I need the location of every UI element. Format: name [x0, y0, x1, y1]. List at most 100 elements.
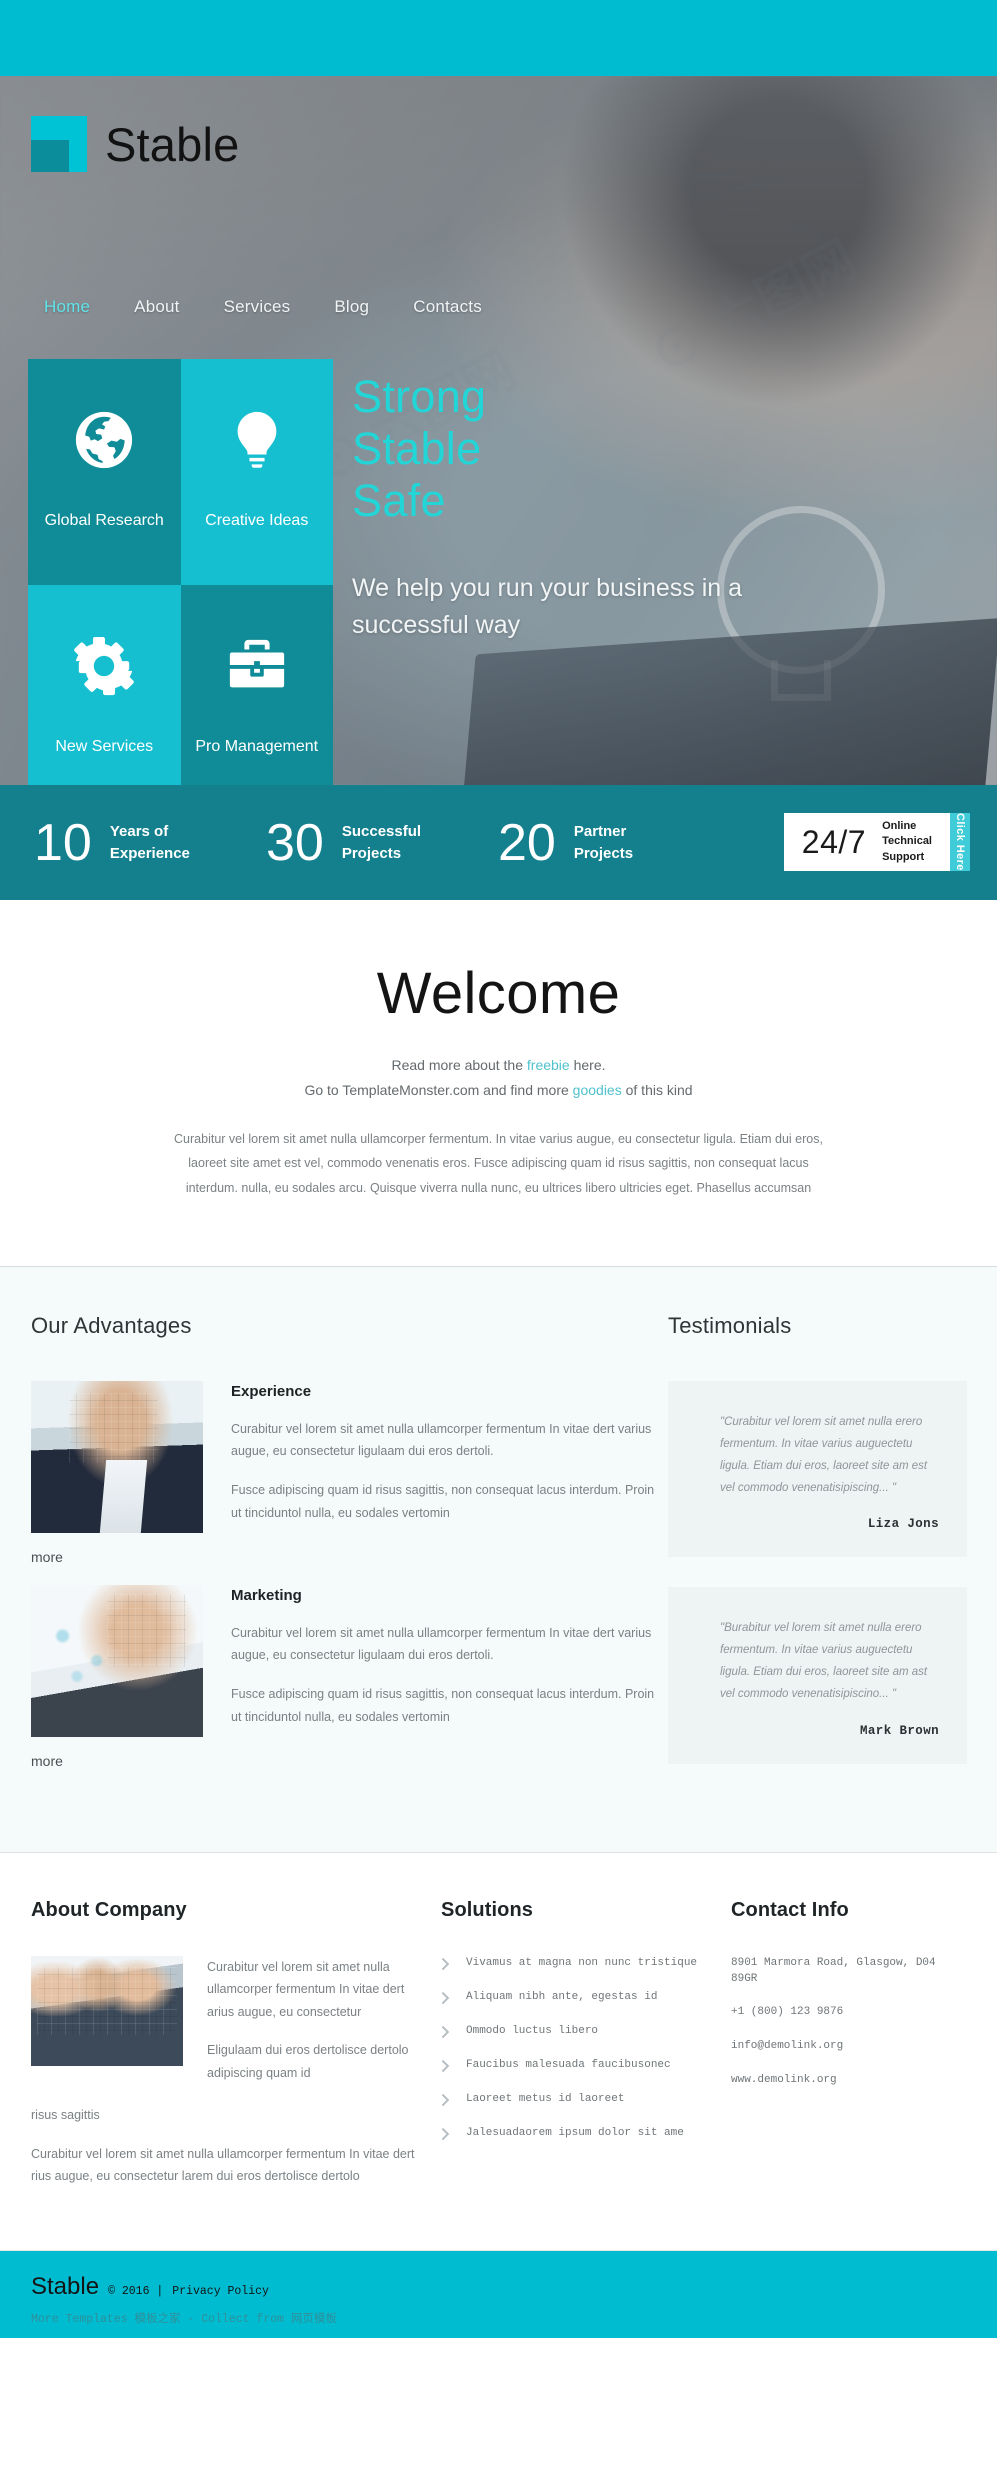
brand-name: Stable: [105, 117, 240, 171]
about-paragraph: Eligulaam dui eros dertolisce dertolo ad…: [207, 2043, 409, 2080]
stat-years-experience: 10 Years of Experience: [34, 817, 266, 869]
welcome-section: Welcome Read more about the freebie here…: [0, 900, 997, 1267]
solutions-heading: Solutions: [441, 1898, 534, 1921]
testimonial-author: Mark Brown: [859, 1723, 939, 1738]
hero-copy: Strong Stable Safe We help you run your …: [352, 371, 772, 643]
solutions-list-item[interactable]: Ommodo luctus libero: [441, 2024, 715, 2039]
chevron-right-icon: [441, 1957, 452, 1971]
tile-label: New Services: [55, 738, 154, 756]
solutions-item-label: Faucibus malesuada faucibusonec: [466, 2058, 671, 2071]
solutions-list-item[interactable]: Laoreet metus id laoreet: [441, 2092, 715, 2107]
about-paragraph: Curabitur vel lorem sit amet nulla ullam…: [31, 2146, 415, 2184]
main-navigation: Home About Services Blog Contacts: [22, 291, 504, 323]
businesswoman-photo: [31, 1380, 203, 1533]
tile-label: Global Research: [44, 512, 164, 530]
about-paragraph: Curabitur vel lorem sit amet nulla ullam…: [207, 1959, 405, 2019]
pixelation-overlay: [37, 1966, 177, 2035]
goodies-link[interactable]: goodies: [573, 1082, 622, 1098]
feature-tiles: Global Research Creative Ideas New Servi…: [28, 359, 333, 785]
contact-address: 8901 Marmora Road, Glasgow, D04 89GR: [731, 1956, 936, 1985]
tile-creative-ideas[interactable]: Creative Ideas: [180, 359, 333, 585]
businessman-chart-photo: [31, 1584, 203, 1737]
freebie-link[interactable]: freebie: [527, 1057, 570, 1073]
contact-website[interactable]: www.demolink.org: [731, 2073, 967, 2089]
contact-phone[interactable]: +1 (800) 123 9876: [731, 2005, 967, 2021]
advantages-testimonials-section: Our Advantages Experience Curabitur vel …: [0, 1266, 997, 1853]
contact-info-heading: Contact Info: [731, 1898, 849, 1921]
brand-logo[interactable]: Stable: [31, 116, 239, 172]
stat-number: 10: [34, 813, 92, 872]
lead-text-line2-post: of this kind: [621, 1081, 693, 1098]
chevron-right-icon: [441, 2059, 452, 2073]
stat-partner-projects: 20 Partner Projects: [498, 817, 730, 869]
support-line-3: Support: [882, 850, 925, 863]
footer-brand-name: Stable: [31, 2272, 100, 2300]
nav-item-services[interactable]: Services: [202, 291, 313, 323]
support-line-2: Technical: [882, 835, 932, 848]
more-link[interactable]: more: [31, 1753, 660, 1769]
hero-line-3: Safe: [352, 474, 446, 526]
nav-item-blog[interactable]: Blog: [312, 291, 391, 323]
stat-number: 20: [498, 813, 556, 872]
advantage-paragraph: Curabitur vel lorem sit amet nulla ullam…: [231, 1421, 652, 1459]
about-company-column: About Company Curabitur vel lorem sit am…: [31, 1899, 441, 2204]
nav-item-contacts[interactable]: Contacts: [391, 291, 504, 323]
solutions-column: Solutions Vivamus at magna non nunc tris…: [441, 1899, 731, 2204]
stats-bar: 10 Years of Experience 30 Successful Pro…: [0, 785, 997, 900]
advantage-item-experience: Experience Curabitur vel lorem sit amet …: [31, 1380, 660, 1565]
solutions-item-label: Laoreet metus id laoreet: [466, 2092, 625, 2105]
bottom-bar: Stable © 2016 | Privacy Policy More Temp…: [0, 2250, 997, 2338]
copyright-text: © 2016 |: [108, 2284, 164, 2298]
click-here-button[interactable]: Click Here: [950, 813, 970, 871]
advantage-title: Marketing: [231, 1586, 302, 1604]
advantages-heading: Our Advantages: [31, 1312, 192, 1338]
stat-label: Partner Projects: [573, 822, 634, 862]
hero-line-2: Stable: [352, 422, 482, 474]
stat-label: Years of Experience: [109, 822, 190, 862]
testimonial-author: Liza Jons: [867, 1517, 939, 1532]
stat-label: Successful Projects: [341, 822, 422, 862]
lead-text-line2-pre: Go to TemplateMonster.com and find more: [304, 1081, 573, 1098]
top-accent-strip: [0, 0, 997, 76]
credits-text: More Templates 模板之家 - Collect from 网页模板: [31, 2312, 337, 2326]
solutions-list-item[interactable]: Jalesuadaorem ipsum dolor sit ame: [441, 2126, 715, 2141]
welcome-body-text: Curabitur vel lorem sit amet nulla ullam…: [174, 1131, 823, 1195]
briefcase-icon: [226, 635, 288, 697]
solutions-item-label: Jalesuadaorem ipsum dolor sit ame: [466, 2126, 684, 2139]
stat-successful-projects: 30 Successful Projects: [266, 817, 498, 869]
hero-line-1: Strong: [352, 371, 487, 422]
contact-email[interactable]: info@demolink.org: [731, 2039, 967, 2055]
tile-pro-management[interactable]: Pro Management: [180, 585, 333, 785]
contact-info-column: Contact Info 8901 Marmora Road, Glasgow,…: [731, 1899, 967, 2204]
gear-icon: [73, 635, 135, 697]
chevron-right-icon: [441, 2025, 452, 2039]
nav-item-home[interactable]: Home: [22, 291, 112, 323]
nav-item-about[interactable]: About: [112, 291, 201, 323]
testimonial-quote: "Curabitur vel lorem sit amet nulla erer…: [720, 1415, 928, 1495]
tile-label: Creative Ideas: [205, 512, 309, 530]
hero-section: ⊙ 六图网 ⊙ 六图网 ⊙ 六图网 Stable Home About Serv…: [0, 76, 997, 785]
tile-label: Pro Management: [195, 738, 319, 756]
privacy-policy-link[interactable]: Privacy Policy: [172, 2285, 269, 2298]
advantage-paragraph: Curabitur vel lorem sit amet nulla ullam…: [231, 1625, 652, 1663]
stat-number: 30: [266, 813, 324, 872]
testimonial-card: "Burabitur vel lorem sit amet nulla erer…: [668, 1587, 967, 1764]
hero-subtitle: We help you run your business in a succe…: [352, 574, 743, 639]
solutions-list-item[interactable]: Aliquam nibh ante, egestas id: [441, 1990, 715, 2005]
team-meeting-photo: [31, 1955, 183, 2066]
tile-global-research[interactable]: Global Research: [28, 359, 181, 585]
lead-text-mid: here.: [569, 1057, 606, 1073]
logo-squares-icon: [31, 116, 87, 172]
tile-new-services[interactable]: New Services: [28, 585, 181, 785]
more-link[interactable]: more: [31, 1549, 660, 1565]
testimonials-column: Testimonials "Curabitur vel lorem sit am…: [660, 1313, 997, 1794]
support-hours: 24/7: [801, 823, 867, 860]
pixelation-overlay: [106, 1594, 186, 1667]
advantage-item-marketing: Marketing Curabitur vel lorem sit amet n…: [31, 1584, 660, 1769]
advantages-column: Our Advantages Experience Curabitur vel …: [0, 1313, 660, 1794]
testimonials-heading: Testimonials: [668, 1312, 792, 1338]
solutions-list-item[interactable]: Faucibus malesuada faucibusonec: [441, 2058, 715, 2073]
pixelation-overlay: [68, 1393, 159, 1463]
solutions-list-item[interactable]: Vivamus at magna non nunc tristique: [441, 1956, 715, 1971]
solutions-item-label: Aliquam nibh ante, egestas id: [466, 1990, 658, 2003]
